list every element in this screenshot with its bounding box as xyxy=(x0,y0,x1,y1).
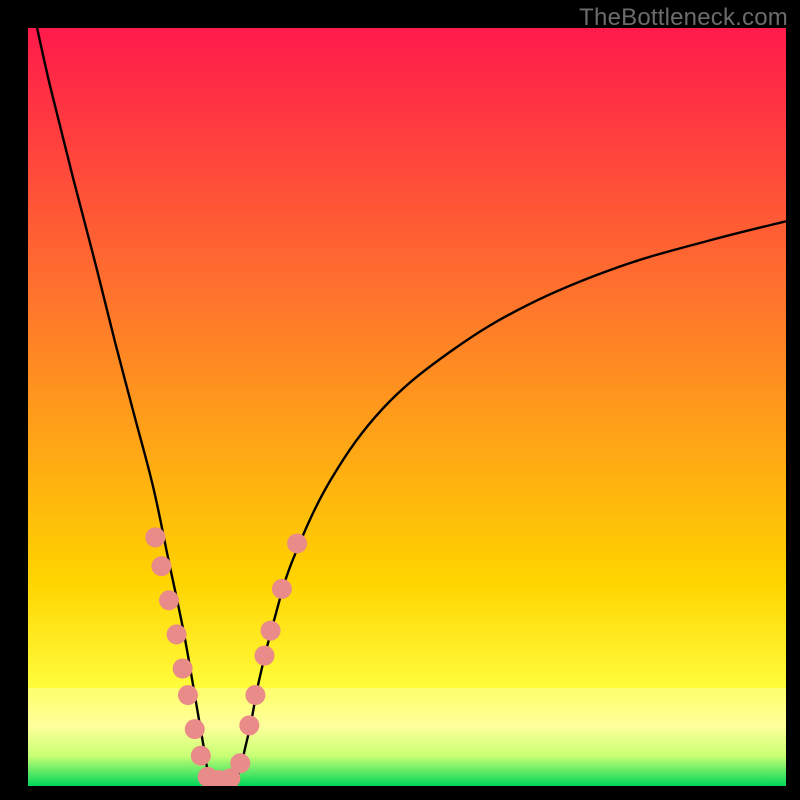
marker-dot xyxy=(159,590,179,610)
marker-dot xyxy=(287,533,307,553)
marker-dot xyxy=(178,685,198,705)
marker-dot xyxy=(173,659,193,679)
gradient-background xyxy=(28,28,786,786)
marker-dot xyxy=(191,746,211,766)
chart-container xyxy=(28,28,786,786)
watermark-text: TheBottleneck.com xyxy=(579,4,788,32)
yellow-band xyxy=(28,688,786,728)
marker-dot xyxy=(167,624,187,644)
marker-dot xyxy=(230,753,250,773)
marker-dot xyxy=(245,685,265,705)
marker-dot xyxy=(185,719,205,739)
marker-dot xyxy=(255,646,275,666)
marker-dot xyxy=(145,527,165,547)
marker-dot xyxy=(272,579,292,599)
bottleneck-chart xyxy=(28,28,786,786)
marker-dot xyxy=(261,621,281,641)
marker-dot xyxy=(151,556,171,576)
marker-dot xyxy=(239,715,259,735)
